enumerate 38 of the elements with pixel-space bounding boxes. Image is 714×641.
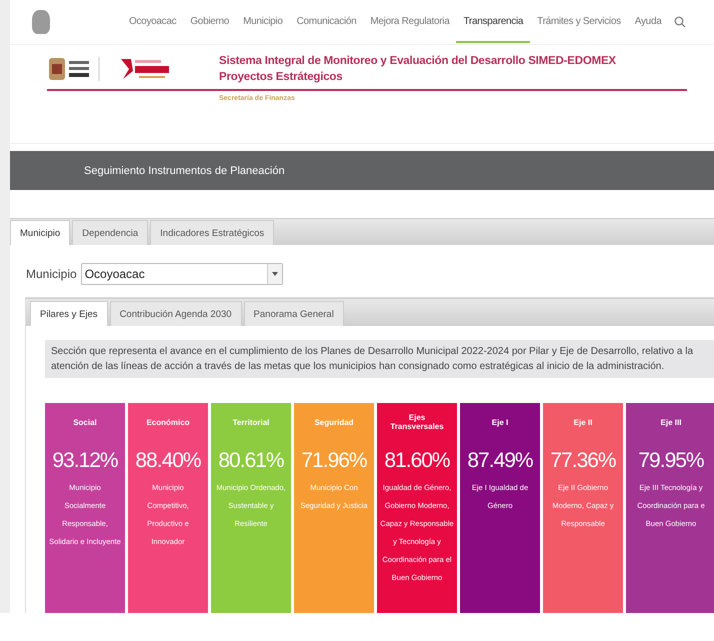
description-text: Sección que representa el avance en el cumplimiento de los Planes de Desarrollo Municipal 2022-2024 por Pilar y Eje de Desarrollo, relativo a la atención de las líneas de acción a través de las metas que los municipios han consignado como estratégicas al inicio de la administración. [45, 340, 714, 378]
tab[interactable]: Pilares y Ejes [30, 301, 108, 326]
tab[interactable]: Panorama General [244, 301, 344, 326]
percentage-value: 71.96% [300, 449, 368, 473]
nav-link[interactable]: Comunicación [290, 1, 364, 43]
card-title: Territorial [232, 416, 270, 428]
nav-link[interactable]: Municipio [236, 1, 290, 43]
percentage-value: 80.61% [217, 449, 285, 473]
nav-link[interactable]: Ocoyoacac [122, 1, 184, 43]
percentage-value: 79.95% [637, 449, 705, 473]
system-title: Sistema Integral de Monitoreo y Evaluación del Desarrollo SIMED-EDOMEX [219, 54, 616, 69]
percentage-value: 81.60% [383, 449, 451, 473]
nav-link[interactable]: Ayuda [628, 1, 668, 43]
nav-link[interactable]: Gobierno [183, 1, 236, 43]
tab[interactable]: Contribución Agenda 2030 [110, 301, 242, 326]
percentage-value: 93.12% [51, 449, 119, 473]
nav-link[interactable]: Trámites y Servicios [530, 1, 628, 43]
search-icon[interactable] [674, 16, 686, 28]
tab[interactable]: Dependencia [72, 220, 148, 245]
field-label: Municipio [26, 267, 77, 281]
card-title: Eje I [490, 416, 510, 429]
card-title: Social [72, 416, 98, 428]
banner-title: Seguimiento Instrumentos de Planeación [84, 164, 285, 176]
system-subtitle: Proyectos Estrátegicos [219, 70, 344, 85]
card-title: Eje III [660, 416, 682, 429]
card-title: Económico [145, 416, 191, 428]
tab[interactable]: Municipio [10, 220, 70, 245]
nav-link[interactable]: Transparencia [456, 1, 530, 43]
percentage-value: 77.36% [549, 449, 617, 473]
card-title: Eje II [572, 416, 594, 429]
percentage-value: 87.49% [466, 449, 534, 473]
tab[interactable]: Indicadores Estratégicos [150, 220, 274, 245]
caret-icon [272, 272, 278, 276]
nav-link[interactable]: Mejora Regulatoria [363, 1, 456, 43]
percentage-value: 88.40% [134, 449, 202, 473]
municipio-dropdown[interactable]: Ocoyoacac [80, 263, 283, 285]
card-title: Seguridad [313, 416, 355, 429]
card-title: Ejes Transversales [389, 412, 445, 433]
